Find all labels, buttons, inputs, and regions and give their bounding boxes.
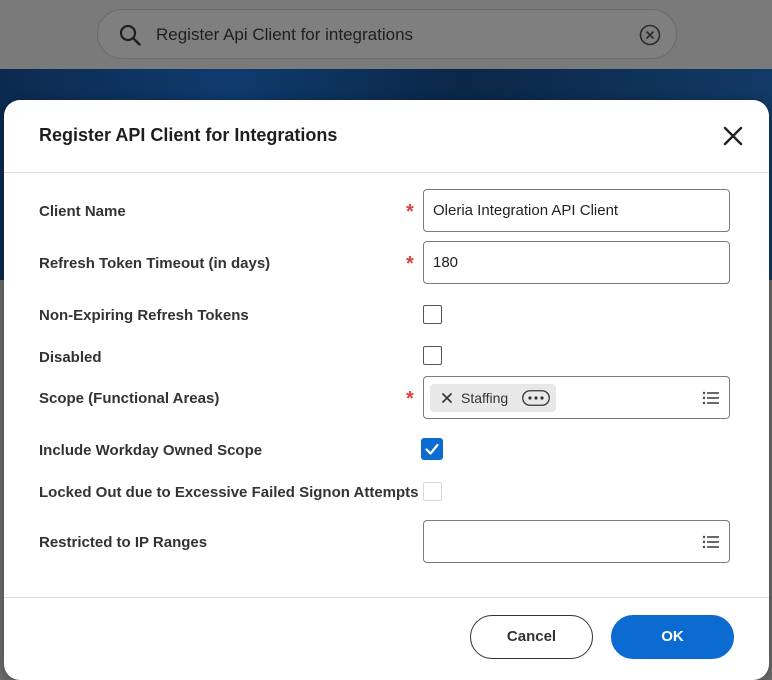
scope-multiselect[interactable]: Staffing	[423, 376, 730, 419]
refresh-timeout-field[interactable]: 180	[423, 241, 730, 284]
remove-tag-icon[interactable]	[441, 392, 453, 404]
header-divider	[4, 172, 769, 173]
close-icon[interactable]	[722, 125, 744, 147]
locked-out-checkbox	[423, 482, 442, 501]
footer-divider	[4, 597, 769, 598]
search-input[interactable]: Register Api Client for integrations	[156, 25, 413, 45]
register-api-client-dialog: Register API Client for Integrations Cli…	[4, 100, 769, 680]
scope-tag-label: Staffing	[461, 390, 509, 406]
locked-out-label: Locked Out due to Excessive Failed Signo…	[39, 484, 419, 501]
disabled-label: Disabled	[39, 349, 102, 366]
search-icon	[119, 24, 141, 46]
client-name-label: Client Name	[39, 203, 126, 220]
more-options-icon[interactable]	[522, 390, 550, 406]
disabled-checkbox[interactable]	[423, 346, 442, 365]
required-marker: *	[406, 253, 414, 275]
scope-label: Scope (Functional Areas)	[39, 390, 220, 407]
dialog-title: Register API Client for Integrations	[39, 125, 338, 145]
non-expiring-checkbox[interactable]	[423, 305, 442, 324]
ok-button[interactable]: OK	[611, 615, 734, 659]
include-workday-scope-label: Include Workday Owned Scope	[39, 442, 263, 459]
refresh-timeout-value: 180	[433, 254, 459, 271]
ip-ranges-label: Restricted to IP Ranges	[39, 534, 208, 551]
refresh-timeout-label: Refresh Token Timeout (in days)	[39, 255, 271, 272]
client-name-value: Oleria Integration API Client	[433, 202, 619, 219]
scope-tag-staffing: Staffing	[430, 384, 556, 412]
ip-ranges-multiselect[interactable]	[423, 520, 730, 563]
list-icon[interactable]	[702, 533, 720, 551]
global-search-bar[interactable]: Register Api Client for integrations	[97, 9, 677, 59]
clear-circle-icon[interactable]	[638, 23, 662, 47]
top-bar: Register Api Client for integrations	[0, 0, 772, 69]
required-marker: *	[406, 201, 414, 223]
required-marker: *	[406, 388, 414, 410]
checkmark-icon	[424, 443, 439, 455]
include-workday-scope-checkbox[interactable]	[421, 438, 443, 460]
client-name-field[interactable]: Oleria Integration API Client	[423, 189, 730, 232]
non-expiring-label: Non-Expiring Refresh Tokens	[39, 307, 249, 324]
cancel-button[interactable]: Cancel	[470, 615, 593, 659]
list-icon[interactable]	[702, 389, 720, 407]
